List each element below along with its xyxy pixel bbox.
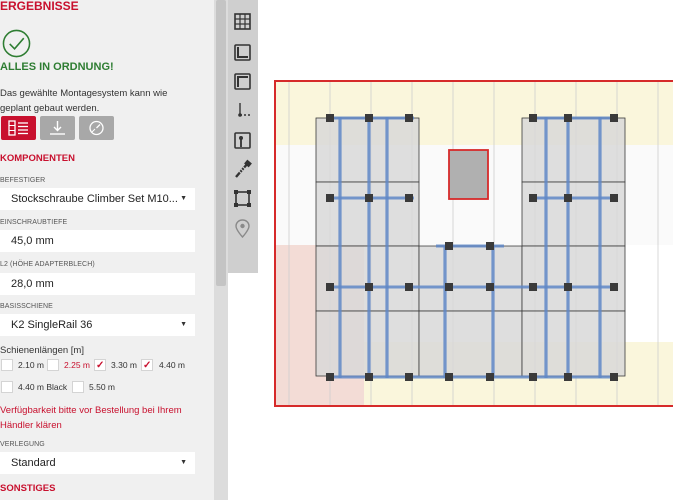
l2-value: 28,0 mm [11, 278, 54, 290]
rail-option-label: 2.25 m [64, 360, 90, 370]
depth-input[interactable]: 45,0 mm [0, 230, 195, 252]
checkbox-rail-5-50[interactable] [72, 381, 84, 393]
layout-value: Standard [11, 457, 56, 469]
frame-tool-button[interactable] [231, 187, 254, 210]
results-panel: ERGEBNISSE ALLES IN ORDNUNG! Das gewählt… [0, 0, 214, 500]
roof-obstacle [448, 149, 489, 200]
rail-option-label: 4.40 m [159, 360, 185, 370]
fastener-label: BEFESTIGER [0, 177, 46, 184]
module-group-right [521, 117, 626, 377]
fastener-select[interactable]: Stockschraube Climber Set M10... ▼ [0, 188, 195, 210]
edge-top-icon [234, 73, 251, 90]
roof-layout-canvas[interactable] [274, 80, 673, 407]
checkbox-rail-3-30[interactable]: ✓ [94, 359, 106, 371]
download-icon [50, 121, 65, 135]
depth-value: 45,0 mm [11, 235, 54, 247]
hook-tool-button[interactable] [231, 129, 254, 152]
misc-title: SONSTIGES [0, 483, 56, 494]
location-icon [235, 219, 250, 239]
frame-icon [234, 190, 251, 207]
layout-label: VERLEGUNG [0, 441, 45, 448]
layout-select[interactable]: Standard ▼ [0, 452, 195, 474]
tab-list-view[interactable] [1, 116, 36, 140]
screw-tool-button[interactable] [231, 158, 254, 181]
rail-label: BASISSCHIENE [0, 303, 53, 310]
tab-settings[interactable] [79, 116, 114, 140]
checkbox-rail-2-10[interactable] [1, 359, 13, 371]
check-circle-icon [2, 29, 31, 58]
components-title: KOMPONENTEN [0, 153, 75, 164]
rail-option-label: 3.30 m [111, 360, 137, 370]
status-description: Das gewählte Montagesystem kann wie gepl… [0, 88, 168, 114]
drawing-toolbar [228, 0, 258, 273]
rail-lengths-label: Schienenlängen [m] [0, 345, 84, 356]
hook-icon [234, 132, 251, 149]
tab-export[interactable] [40, 116, 75, 140]
roof-layout-drawing[interactable] [274, 80, 673, 407]
l2-input[interactable]: 28,0 mm [0, 273, 195, 295]
checkmark-icon: ✓ [96, 360, 105, 371]
fastener-value: Stockschraube Climber Set M10... [11, 193, 178, 205]
rail-option-label: 4.40 m Black [18, 382, 68, 392]
gauge-icon [89, 120, 104, 136]
list-icon [8, 120, 28, 136]
grid-icon [234, 13, 251, 30]
availability-note: Verfügbarkeit bitte vor Bestellung bei I… [0, 405, 182, 431]
edge-bottom-icon [234, 44, 251, 61]
checkbox-rail-4-40-black[interactable] [1, 381, 13, 393]
l2-label: L2 (HÖHE ADAPTERBLECH) [0, 261, 95, 268]
chevron-down-icon: ▼ [180, 321, 187, 328]
rail-option-label: 2.10 m [18, 360, 44, 370]
status-title: ALLES IN ORDNUNG! [0, 61, 114, 73]
checkbox-rail-4-40[interactable]: ✓ [141, 359, 153, 371]
rail-select[interactable]: K2 SingleRail 36 ▼ [0, 314, 195, 336]
rail-option-label: 5.50 m [89, 382, 115, 392]
axis-icon [238, 103, 250, 117]
checkmark-icon: ✓ [143, 360, 152, 371]
scrollbar-thumb[interactable] [216, 0, 226, 286]
edge-bottom-tool-button[interactable] [231, 41, 254, 64]
axis-tool-button[interactable] [231, 100, 254, 123]
screw-icon [235, 159, 252, 178]
chevron-down-icon: ▼ [180, 195, 187, 202]
edge-top-tool-button[interactable] [231, 70, 254, 93]
location-tool-button[interactable] [231, 217, 254, 240]
checkbox-rail-2-25[interactable] [47, 359, 59, 371]
grid-tool-button[interactable] [231, 10, 254, 33]
module-group-middle [418, 245, 523, 377]
panel-title: ERGEBNISSE [0, 0, 79, 13]
rail-value: K2 SingleRail 36 [11, 319, 93, 331]
depth-label: EINSCHRAUBTIEFE [0, 219, 68, 226]
chevron-down-icon: ▼ [180, 459, 187, 466]
